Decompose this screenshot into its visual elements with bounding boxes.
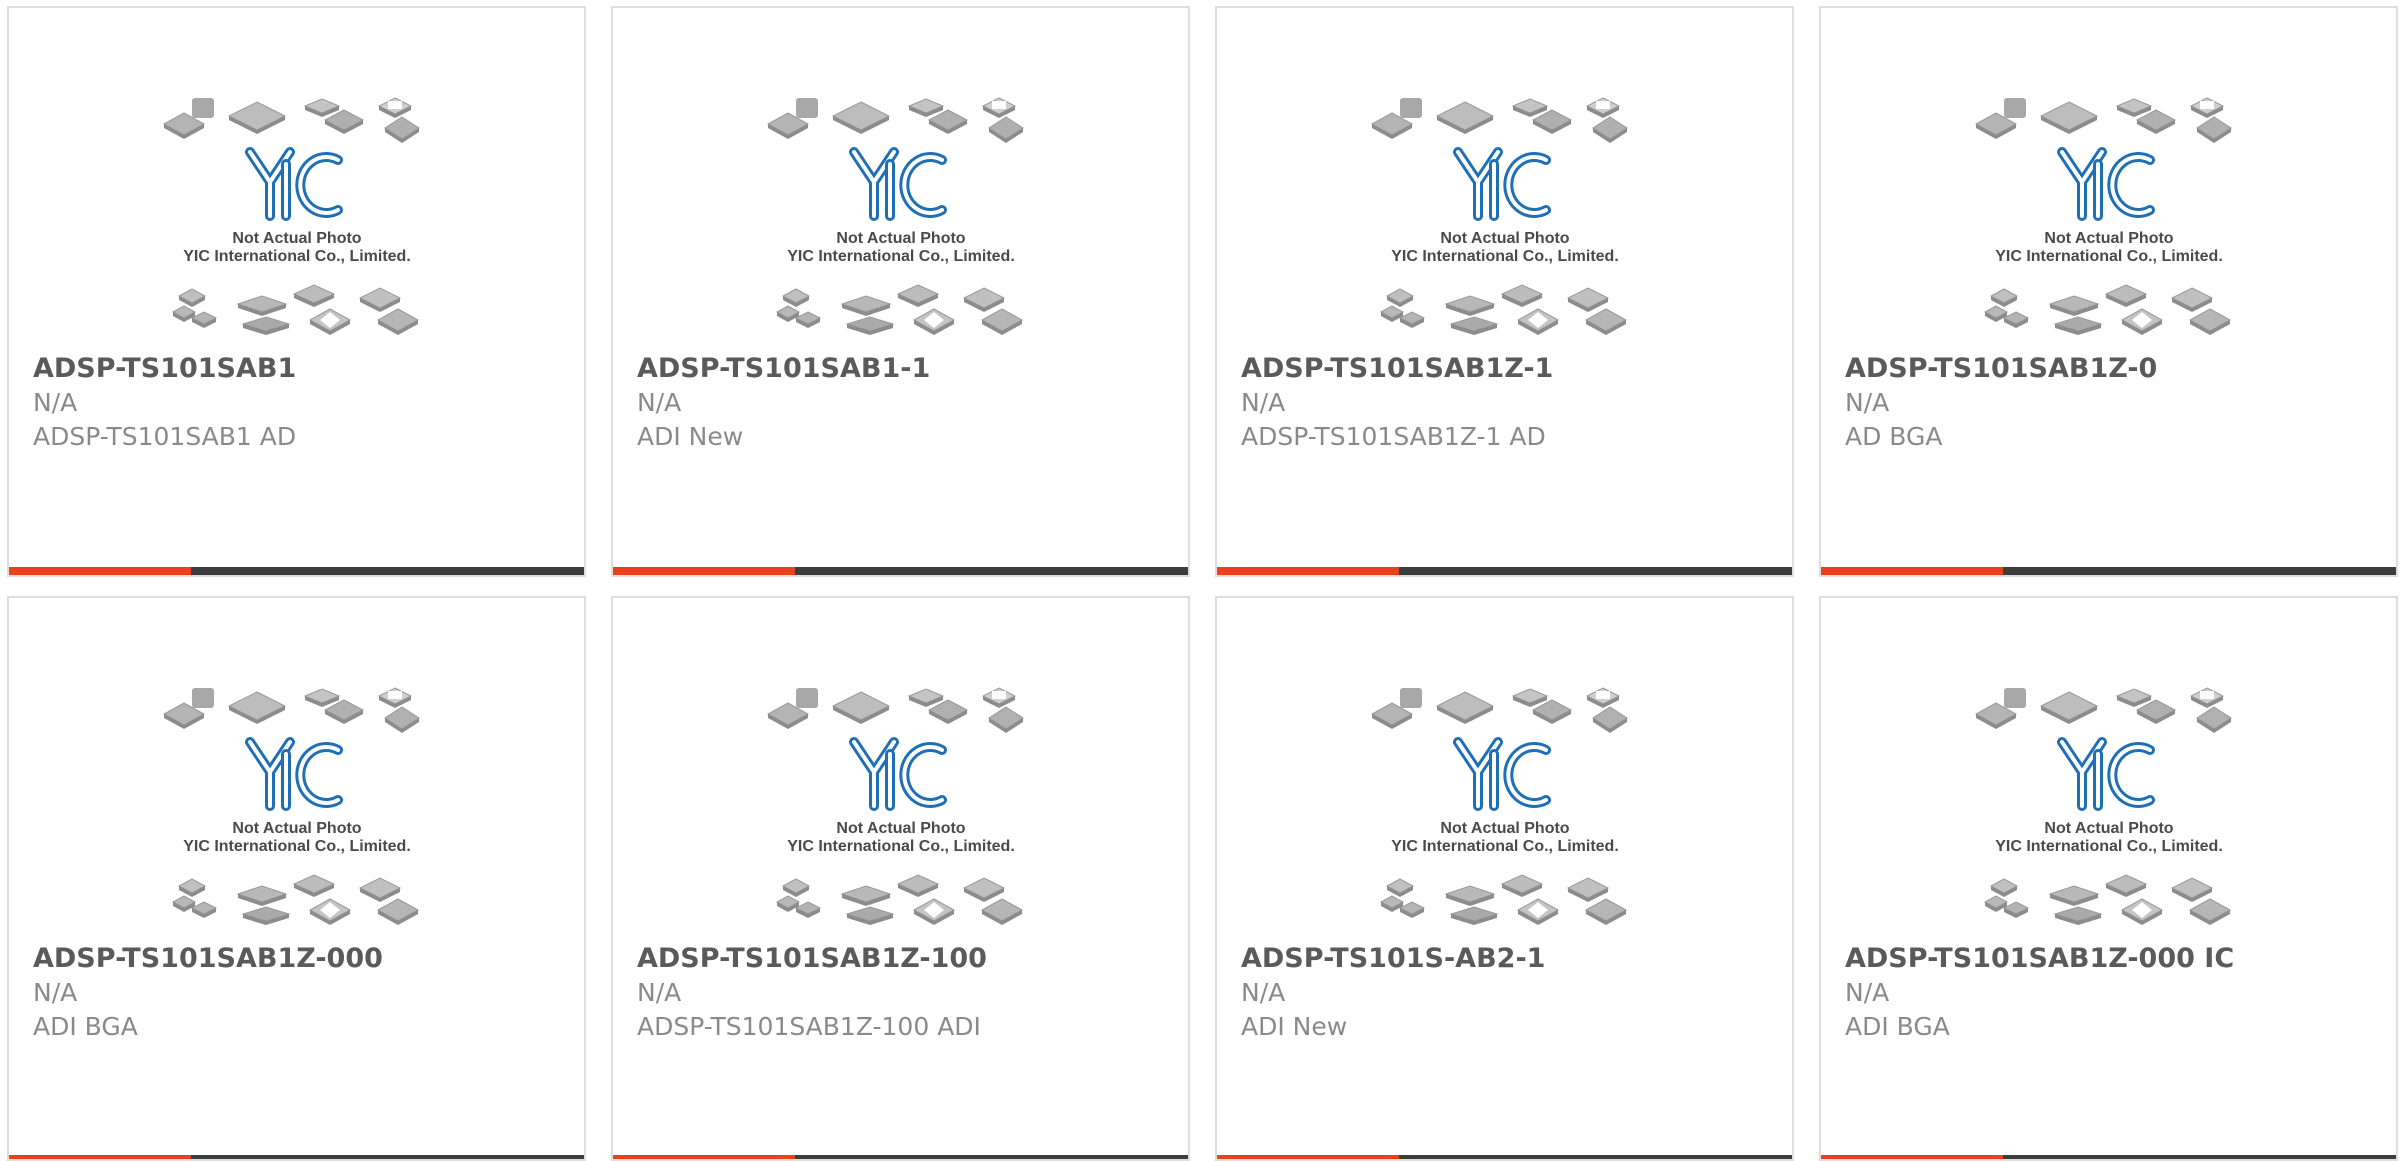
chip-placeholder-graphic: Not Actual PhotoYIC International Co., L…: [1974, 687, 2232, 925]
caption-company: YIC International Co., Limited.: [1391, 248, 1619, 265]
quantity: N/A: [637, 978, 682, 1007]
description: AD BGA: [1845, 422, 1943, 451]
card-progress-bar: [9, 1155, 584, 1159]
caption-company: YIC International Co., Limited.: [787, 248, 1015, 265]
card-progress-bar: [1217, 1155, 1792, 1159]
yic-logo: [244, 737, 343, 811]
chip-placeholder-graphic: Not Actual PhotoYIC International Co., L…: [766, 687, 1024, 925]
description: ADSP-TS101SAB1 AD: [33, 422, 297, 451]
chip-placeholder-graphic: Not Actual PhotoYIC International Co., L…: [766, 97, 1024, 335]
card-progress-bar: [1821, 1155, 2396, 1159]
yic-logo: [848, 737, 947, 811]
caption-not-actual-photo: Not Actual Photo: [2044, 820, 2173, 837]
caption-not-actual-photo: Not Actual Photo: [2044, 230, 2173, 247]
card-progress-bar: [1821, 567, 2396, 575]
caption-not-actual-photo: Not Actual Photo: [836, 820, 965, 837]
description: ADSP-TS101SAB1Z-100 ADI: [637, 1012, 981, 1041]
accent-bar: [1821, 567, 2003, 575]
product-card[interactable]: Not Actual Photo YIC International Co., L…: [1215, 6, 1794, 577]
description: ADI BGA: [33, 1012, 138, 1041]
part-number[interactable]: ADSP-TS101S-AB2-1: [1241, 943, 1545, 974]
chip-placeholder-graphic: Not Actual PhotoYIC International Co., L…: [162, 687, 420, 925]
accent-bar: [613, 567, 795, 575]
caption-company: YIC International Co., Limited.: [1995, 838, 2223, 855]
chip-placeholder-image: Not Actual Photo YIC International Co., L…: [162, 94, 432, 344]
part-number[interactable]: ADSP-TS101SAB1Z-100: [637, 943, 987, 974]
description: ADI New: [637, 422, 744, 451]
quantity: N/A: [1241, 978, 1286, 1007]
caption-not-actual-photo: Not Actual Photo: [1440, 820, 1569, 837]
card-progress-bar: [1217, 567, 1792, 575]
description: ADI New: [1241, 1012, 1348, 1041]
accent-bar: [9, 567, 191, 575]
caption-company: YIC International Co., Limited.: [787, 838, 1015, 855]
part-number[interactable]: ADSP-TS101SAB1Z-1: [1241, 353, 1553, 384]
description: ADSP-TS101SAB1Z-1 AD: [1241, 422, 1546, 451]
accent-bar: [9, 1155, 191, 1159]
product-card[interactable]: Not Actual Photo YIC International Co., L…: [1819, 6, 2398, 577]
yic-logo: [2056, 737, 2155, 811]
product-card[interactable]: Not Actual Photo YIC International Co., L…: [611, 6, 1190, 577]
chip-placeholder-image: Not Actual Photo YIC International Co., L…: [1370, 94, 1640, 344]
chip-placeholder-image: Not Actual Photo YIC International Co., L…: [162, 684, 432, 934]
accent-bar: [1821, 1155, 2003, 1159]
product-card[interactable]: Not Actual Photo YIC International Co., L…: [7, 6, 586, 577]
product-card[interactable]: Not Actual Photo YIC International Co., L…: [611, 596, 1190, 1161]
quantity: N/A: [33, 388, 78, 417]
caption-not-actual-photo: Not Actual Photo: [232, 820, 361, 837]
caption-not-actual-photo: Not Actual Photo: [836, 230, 965, 247]
yic-logo: [244, 147, 343, 221]
yic-logo: [1452, 737, 1551, 811]
part-number[interactable]: ADSP-TS101SAB1Z-000 IC: [1845, 943, 2234, 974]
quantity: N/A: [1845, 978, 1890, 1007]
card-progress-bar: [9, 567, 584, 575]
product-card[interactable]: Not Actual Photo YIC International Co., L…: [1215, 596, 1794, 1161]
yic-logo: [848, 147, 947, 221]
product-grid: Not Actual Photo YIC International Co., L…: [0, 0, 2400, 1161]
part-number[interactable]: ADSP-TS101SAB1: [33, 353, 296, 384]
quantity: N/A: [1845, 388, 1890, 417]
caption-not-actual-photo: Not Actual Photo: [1440, 230, 1569, 247]
accent-bar: [1217, 1155, 1399, 1159]
chip-placeholder-image: Not Actual Photo YIC International Co., L…: [1974, 94, 2244, 344]
card-progress-bar: [613, 1155, 1188, 1159]
chip-placeholder-image: Not Actual Photo YIC International Co., L…: [766, 684, 1036, 934]
yic-logo: [2056, 147, 2155, 221]
part-number[interactable]: ADSP-TS101SAB1Z-000: [33, 943, 383, 974]
chip-placeholder-image: Not Actual Photo YIC International Co., L…: [1974, 684, 2244, 934]
yic-logo: [1452, 147, 1551, 221]
quantity: N/A: [637, 388, 682, 417]
chip-placeholder-graphic: Not Actual PhotoYIC International Co., L…: [162, 97, 420, 335]
caption-company: YIC International Co., Limited.: [183, 838, 411, 855]
chip-placeholder-image: Not Actual Photo YIC International Co., L…: [766, 94, 1036, 344]
description: ADI BGA: [1845, 1012, 1950, 1041]
chip-placeholder-graphic: Not Actual PhotoYIC International Co., L…: [1370, 97, 1628, 335]
caption-company: YIC International Co., Limited.: [1995, 248, 2223, 265]
card-progress-bar: [613, 567, 1188, 575]
part-number[interactable]: ADSP-TS101SAB1Z-0: [1845, 353, 2157, 384]
quantity: N/A: [33, 978, 78, 1007]
accent-bar: [613, 1155, 795, 1159]
chip-placeholder-graphic: Not Actual PhotoYIC International Co., L…: [1370, 687, 1628, 925]
part-number[interactable]: ADSP-TS101SAB1-1: [637, 353, 930, 384]
product-card[interactable]: Not Actual Photo YIC International Co., L…: [7, 596, 586, 1161]
caption-company: YIC International Co., Limited.: [1391, 838, 1619, 855]
accent-bar: [1217, 567, 1399, 575]
chip-placeholder-graphic: Not Actual PhotoYIC International Co., L…: [1974, 97, 2232, 335]
product-card[interactable]: Not Actual Photo YIC International Co., L…: [1819, 596, 2398, 1161]
quantity: N/A: [1241, 388, 1286, 417]
caption-not-actual-photo: Not Actual Photo: [232, 230, 361, 247]
caption-company: YIC International Co., Limited.: [183, 248, 411, 265]
chip-placeholder-image: Not Actual Photo YIC International Co., L…: [1370, 684, 1640, 934]
